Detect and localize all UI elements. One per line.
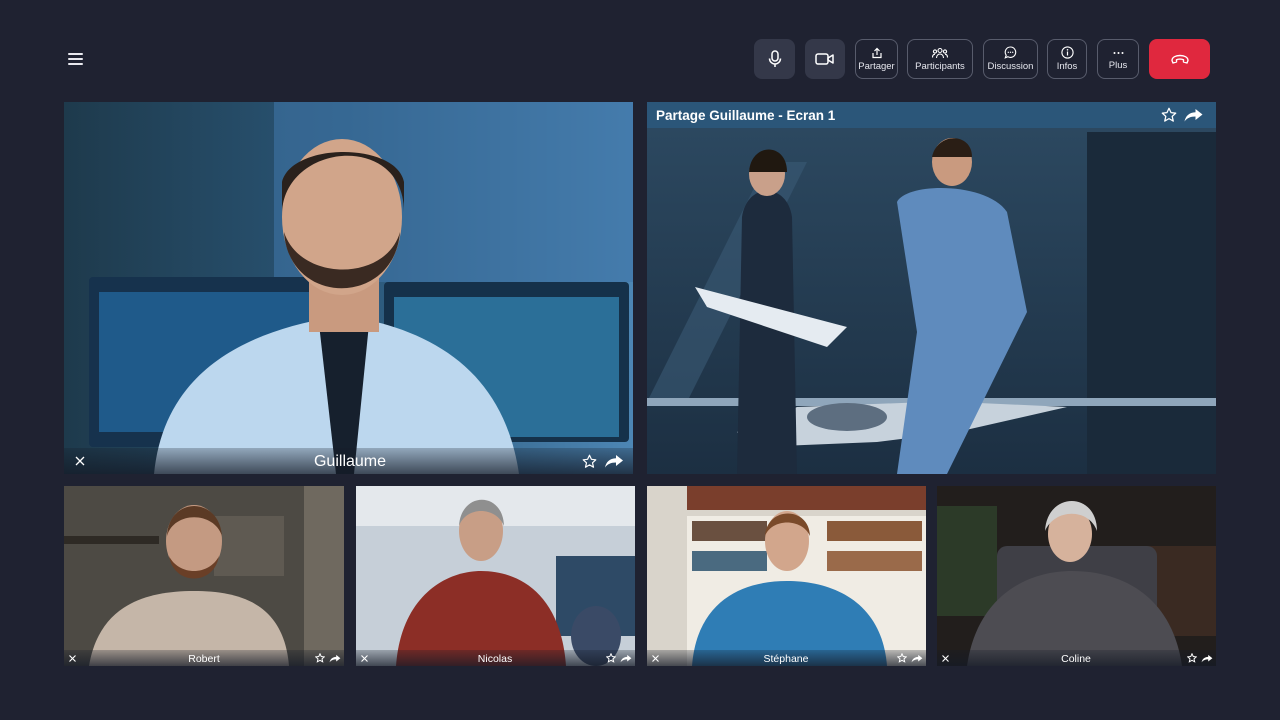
forward-icon[interactable]: [1201, 654, 1213, 663]
microphone-icon: [768, 50, 781, 67]
chat-button[interactable]: Discussion: [983, 39, 1038, 79]
camera-button[interactable]: [805, 39, 845, 79]
info-label: Infos: [1056, 61, 1078, 72]
more-button[interactable]: Plus: [1097, 39, 1139, 79]
main-speaker-video: [64, 102, 633, 474]
participant-name: Nicolas: [477, 653, 513, 665]
share-button[interactable]: Partager: [855, 39, 898, 79]
hang-up-button[interactable]: [1149, 39, 1210, 79]
participant-name: Stéphane: [763, 653, 809, 665]
chat-icon: [1004, 46, 1017, 59]
participants-label: Participants: [915, 60, 965, 72]
close-icon[interactable]: [360, 654, 369, 663]
participant-video: [356, 486, 635, 666]
screen-share-tile[interactable]: Partage Guillaume - Ecran 1: [647, 102, 1216, 474]
share-title: Partage Guillaume - Ecran 1: [656, 108, 836, 123]
microphone-button[interactable]: [754, 39, 795, 79]
participant-video: [647, 486, 926, 666]
info-icon: [1060, 46, 1074, 59]
participant-name: Robert: [188, 653, 220, 665]
forward-icon[interactable]: [911, 654, 923, 663]
forward-icon[interactable]: [620, 654, 632, 663]
participant-name: Coline: [1061, 653, 1091, 665]
participants-icon: [932, 47, 948, 58]
star-icon[interactable]: [1187, 653, 1197, 663]
share-icon: [871, 47, 882, 58]
participant-video: [64, 486, 344, 666]
participant-tile[interactable]: Stéphane: [647, 486, 926, 666]
main-speaker-tile[interactable]: Guillaume: [64, 102, 633, 474]
star-icon[interactable]: [1161, 107, 1177, 123]
close-icon[interactable]: [941, 654, 950, 663]
camera-icon: [815, 53, 834, 65]
star-icon[interactable]: [315, 653, 325, 663]
more-label: Plus: [1108, 60, 1128, 71]
star-icon[interactable]: [897, 653, 907, 663]
close-icon[interactable]: [74, 455, 86, 467]
forward-icon[interactable]: [329, 654, 341, 663]
share-label: Partager: [858, 60, 895, 72]
screen-share-video: [647, 102, 1216, 474]
participants-button[interactable]: Participants: [907, 39, 973, 79]
share-title-bar: Partage Guillaume - Ecran 1: [647, 102, 1216, 128]
star-icon[interactable]: [606, 653, 616, 663]
forward-icon[interactable]: [1183, 108, 1204, 122]
participant-tile[interactable]: Robert: [64, 486, 344, 666]
participant-tile[interactable]: Nicolas: [356, 486, 635, 666]
info-button[interactable]: Infos: [1047, 39, 1087, 79]
main-speaker-name: Guillaume: [313, 453, 387, 470]
star-icon[interactable]: [582, 454, 597, 469]
participant-video: [937, 486, 1216, 666]
forward-icon[interactable]: [604, 454, 624, 468]
more-icon: [1113, 52, 1123, 54]
chat-label: Discussion: [987, 61, 1034, 72]
close-icon[interactable]: [68, 654, 77, 663]
menu-button[interactable]: [64, 48, 88, 70]
participant-tile[interactable]: Coline: [937, 486, 1216, 666]
close-icon[interactable]: [651, 654, 660, 663]
hang-up-icon: [1170, 54, 1189, 64]
